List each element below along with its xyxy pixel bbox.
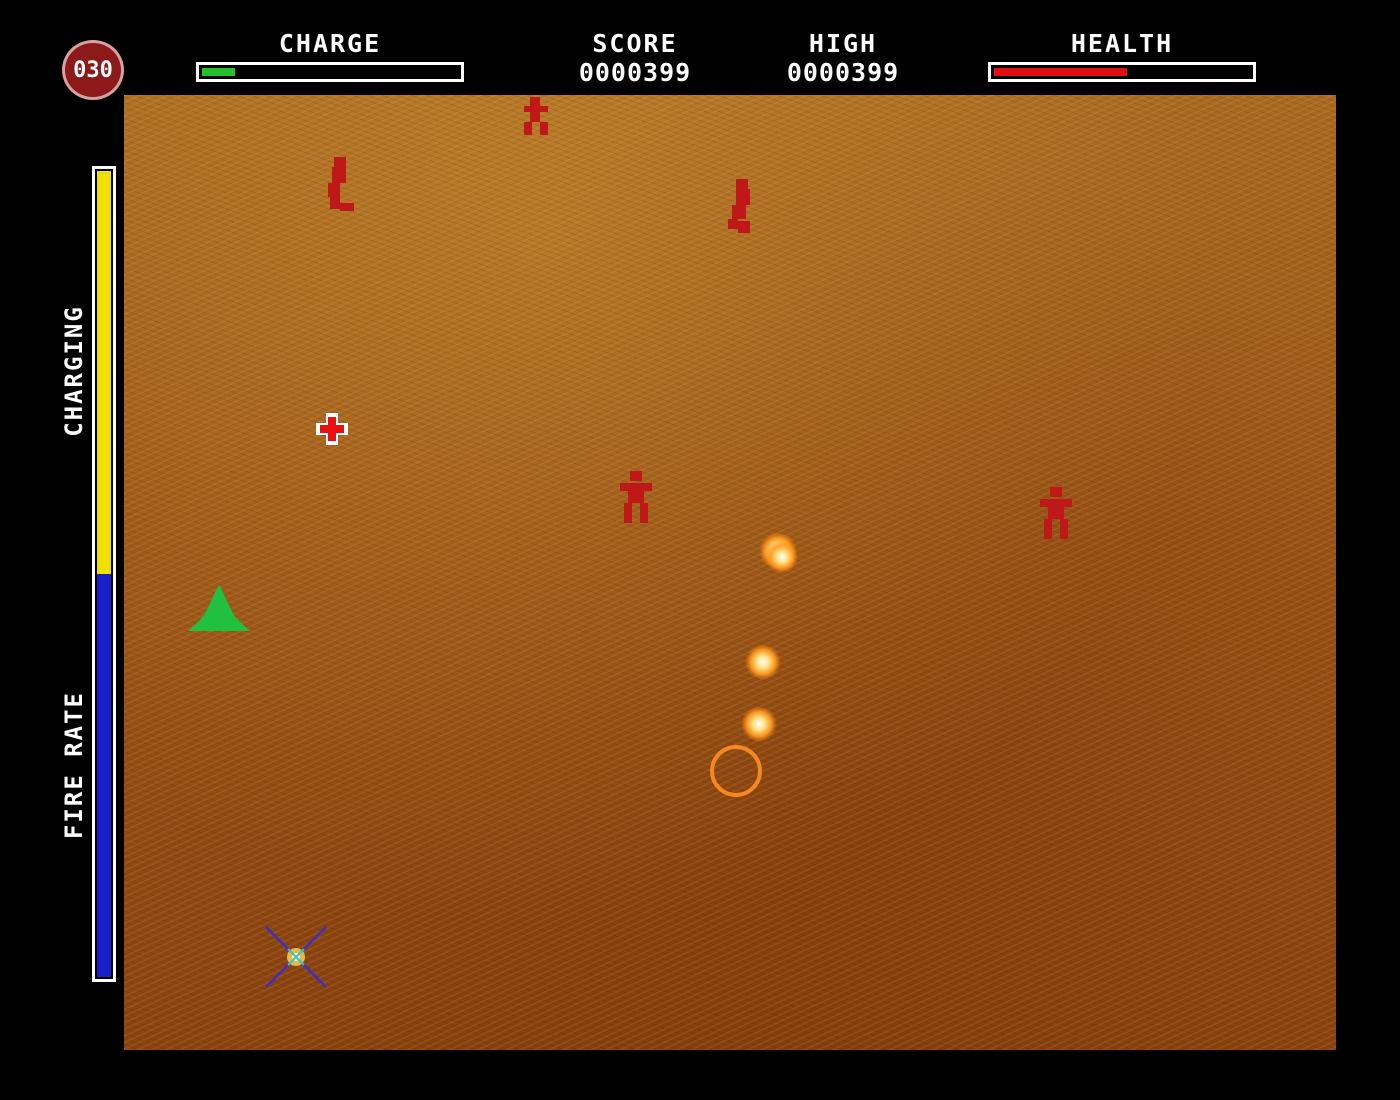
high-score-label: HIGH [808, 29, 878, 58]
charge-label: CHARGE [278, 29, 382, 58]
enemy-soldier-top-center [524, 97, 548, 135]
crosshair-cursor[interactable] [260, 921, 332, 993]
enemy-soldier-middle [620, 471, 652, 523]
score-value: 0000399 [578, 58, 692, 87]
plasma-shot-4 [740, 705, 778, 743]
charging-label: CHARGING [60, 305, 88, 437]
charge-bar-fill [202, 68, 235, 76]
score-label: SCORE [592, 29, 678, 58]
player-ship [188, 585, 250, 631]
charge-bar [196, 62, 464, 82]
playfield-sand[interactable] [124, 95, 1336, 1050]
enemy-soldier-top-right [728, 179, 750, 233]
health-cross-pickup [316, 413, 348, 445]
enemy-soldier-right [1040, 487, 1072, 539]
plasma-shot-3 [744, 643, 782, 681]
wave-counter-badge: 030 [62, 40, 124, 100]
health-bar [988, 62, 1256, 82]
enemy-soldier-top-left [328, 157, 354, 211]
health-label: HEALTH [1070, 29, 1174, 58]
fire-rate-meter-fill [97, 574, 111, 977]
plasma-shot-2 [765, 540, 799, 574]
charging-fire-rate-meter [92, 166, 116, 982]
high-score-value: 0000399 [786, 58, 900, 87]
health-bar-fill [994, 68, 1127, 76]
wave-counter-value: 030 [73, 57, 113, 83]
charging-meter-fill [97, 171, 111, 574]
target-ring [710, 745, 762, 797]
fire-rate-label: FIRE RATE [60, 690, 88, 840]
